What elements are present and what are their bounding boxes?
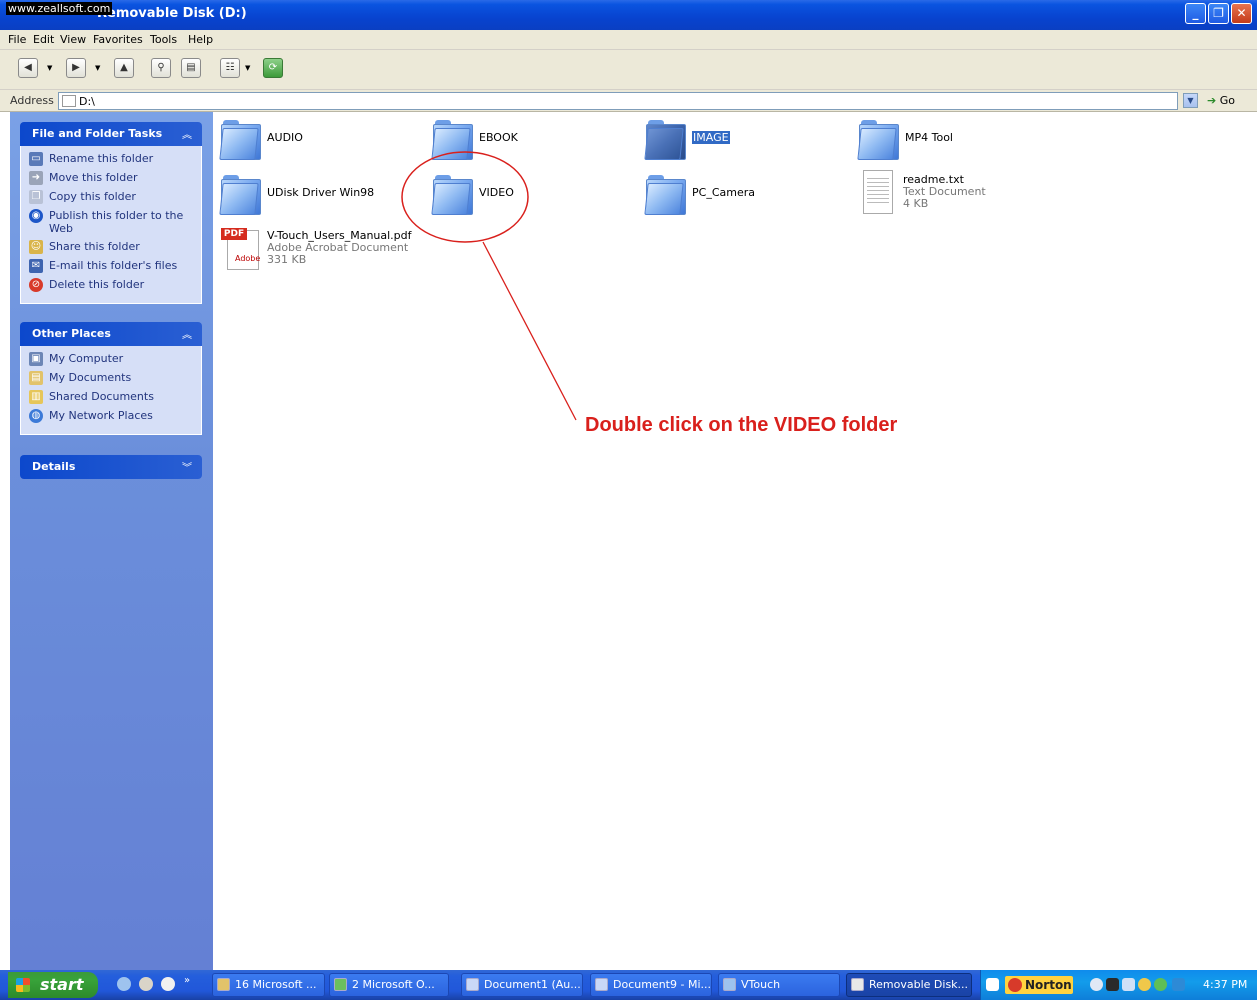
annotation-text: Double click on the VIDEO folder bbox=[585, 414, 898, 436]
taskbar-button-document9[interactable]: Document9 - Mi... bbox=[590, 973, 712, 997]
outlook-icon bbox=[334, 978, 347, 991]
help-tray-icon[interactable] bbox=[986, 978, 999, 991]
taskbar-button-document1[interactable]: Document1 (Au... bbox=[461, 973, 583, 997]
phone-tray-icon[interactable] bbox=[1172, 978, 1185, 991]
start-button[interactable]: start bbox=[8, 972, 98, 998]
messenger-tray-icon[interactable] bbox=[1138, 978, 1151, 991]
mail-tray-icon[interactable] bbox=[1122, 978, 1135, 991]
taskbar-button-label: 16 Microsoft ... bbox=[235, 978, 317, 991]
quicklaunch-desktop-icon[interactable] bbox=[139, 977, 153, 991]
norton-label: Norton bbox=[1025, 978, 1072, 992]
windows-logo-icon bbox=[16, 978, 30, 992]
taskbar-button-label: Document1 (Au... bbox=[484, 978, 581, 991]
folder-icon bbox=[217, 978, 230, 991]
folder-icon bbox=[723, 978, 736, 991]
taskbar-button-outlook-group[interactable]: 2 Microsoft O... bbox=[329, 973, 449, 997]
taskbar-button-label: Removable Disk... bbox=[869, 978, 969, 991]
taskbar-button-label: 2 Microsoft O... bbox=[352, 978, 435, 991]
quicklaunch-more-icon[interactable]: » bbox=[184, 975, 190, 986]
norton-tray-badge[interactable]: Norton bbox=[1005, 976, 1073, 994]
norton-icon bbox=[1008, 978, 1022, 992]
pin-tray-icon[interactable] bbox=[1106, 978, 1119, 991]
taskbar-button-label: Document9 - Mi... bbox=[613, 978, 711, 991]
taskbar-button-removable-disk[interactable]: Removable Disk... bbox=[846, 973, 972, 997]
annotation-pointer-line bbox=[482, 241, 577, 421]
taskbar-button-vtouch[interactable]: VTouch bbox=[718, 973, 840, 997]
annotation-circle bbox=[401, 151, 529, 243]
word-icon bbox=[466, 978, 479, 991]
quicklaunch-search-icon[interactable] bbox=[161, 977, 175, 991]
quicklaunch-ie-icon[interactable] bbox=[117, 977, 131, 991]
taskbar-button-microsoft-group[interactable]: 16 Microsoft ... bbox=[212, 973, 325, 997]
taskbar-button-label: VTouch bbox=[741, 978, 781, 991]
drive-icon bbox=[851, 978, 864, 991]
start-label: start bbox=[40, 975, 84, 994]
taskbar-clock: 4:37 PM bbox=[1203, 978, 1248, 991]
network-tray-icon[interactable] bbox=[1154, 978, 1167, 991]
word-icon bbox=[595, 978, 608, 991]
volume-tray-icon[interactable] bbox=[1090, 978, 1103, 991]
annotation-overlay bbox=[401, 151, 577, 421]
taskbar: start » 16 Microsoft ... 2 Microsoft O..… bbox=[0, 970, 1257, 1000]
